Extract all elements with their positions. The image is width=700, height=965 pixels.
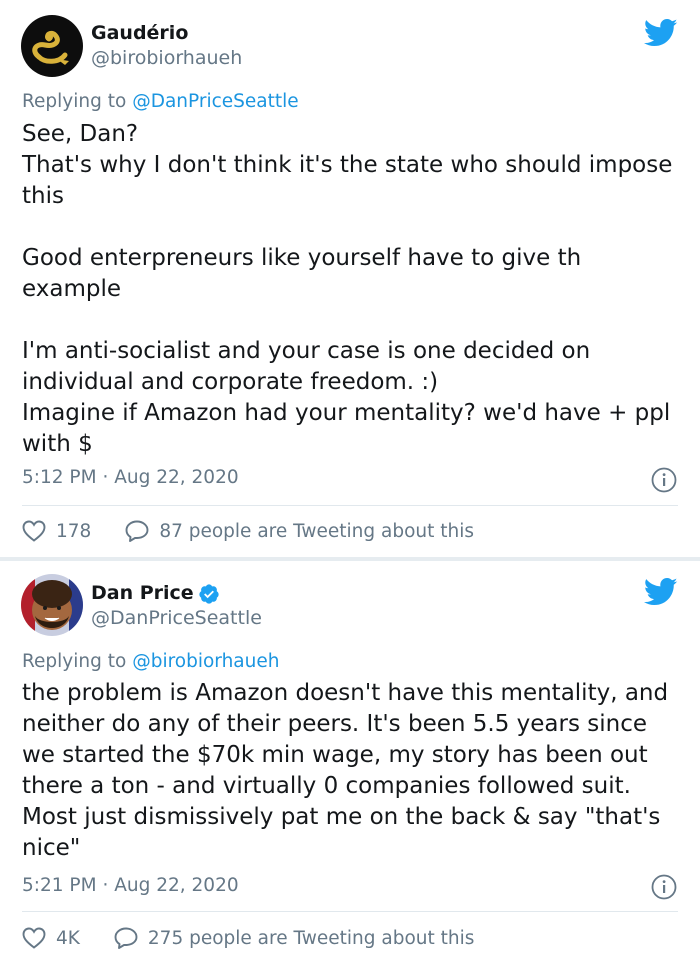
tweeting-about-text: 87 people are Tweeting about this (159, 520, 475, 542)
twitter-bird-icon[interactable] (644, 577, 678, 607)
like-count: 178 (56, 520, 92, 542)
verified-badge-icon (199, 584, 219, 604)
like-button[interactable]: 178 (22, 520, 91, 542)
timestamp[interactable]: 5:12 PM · Aug 22, 2020 (22, 467, 239, 488)
replying-to-label: Replying to (22, 651, 127, 672)
heart-icon (22, 927, 46, 949)
tweet-time: 5:12 PM (22, 467, 97, 488)
tweeting-about-link[interactable]: 87 people are Tweeting about this (125, 520, 474, 542)
tweeting-about-text: 275 people are Tweeting about this (147, 927, 475, 949)
display-name[interactable]: Gaudério (91, 22, 188, 44)
separator: · (102, 875, 109, 896)
tweet-text: See, Dan? That's why I don't think it's … (22, 121, 673, 457)
action-bar: 178 87 people are Tweeting about this (22, 516, 474, 546)
replying-to: Replying to @DanPriceSeattle (22, 91, 299, 112)
heart-icon (22, 520, 46, 542)
display-name[interactable]: Dan Price (91, 582, 194, 604)
tweet-time: 5:21 PM (22, 875, 97, 896)
divider (22, 911, 678, 912)
replying-to: Replying to @birobiorhaueh (22, 651, 279, 672)
timestamp[interactable]: 5:21 PM · Aug 22, 2020 (22, 875, 239, 896)
like-button[interactable]: 4K (22, 927, 80, 949)
mention-link[interactable]: @DanPriceSeattle (132, 91, 298, 112)
info-icon[interactable] (651, 467, 677, 493)
tweeting-about-link[interactable]: 275 people are Tweeting about this (114, 927, 474, 949)
user-handle[interactable]: @birobiorhaueh (91, 47, 242, 69)
reply-bubble-icon (125, 520, 149, 542)
twitter-bird-icon[interactable] (644, 18, 678, 48)
tweet-card: Dan Price @DanPriceSeattle Replying to @… (0, 561, 700, 965)
reply-bubble-icon (114, 927, 138, 949)
action-bar: 4K 275 people are Tweeting about this (22, 923, 474, 953)
info-icon[interactable] (651, 874, 677, 900)
replying-to-label: Replying to (22, 91, 127, 112)
divider (22, 505, 678, 506)
avatar[interactable] (21, 15, 83, 77)
tweet-card: Gaudério @birobiorhaueh Replying to @Dan… (0, 0, 700, 557)
like-count: 4K (56, 927, 80, 949)
tweet-date: Aug 22, 2020 (114, 875, 239, 896)
mention-link[interactable]: @birobiorhaueh (132, 651, 279, 672)
tweet-text: the problem is Amazon doesn't have this … (22, 680, 669, 861)
avatar[interactable] (21, 574, 83, 636)
user-handle[interactable]: @DanPriceSeattle (91, 607, 262, 629)
separator: · (102, 467, 109, 488)
tweet-date: Aug 22, 2020 (114, 467, 239, 488)
